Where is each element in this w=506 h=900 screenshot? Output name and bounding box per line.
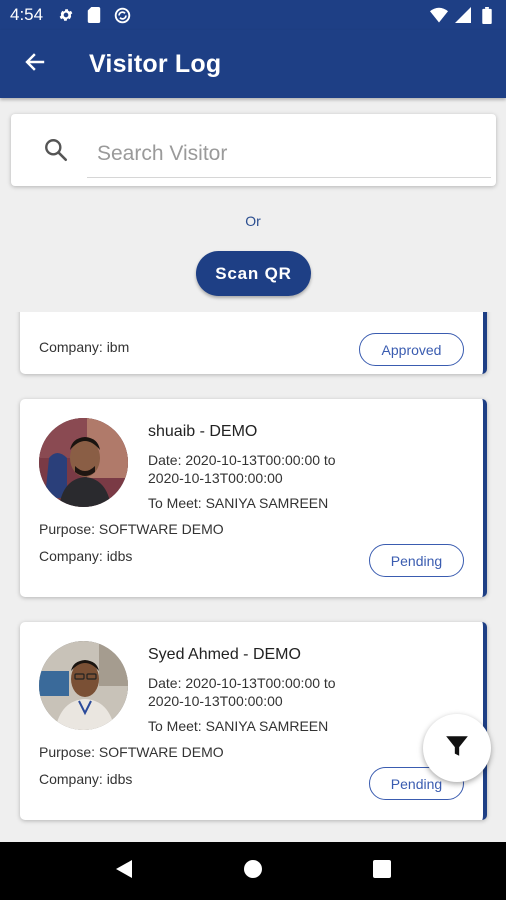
visit-purpose: Purpose: SOFTWARE DEMO	[39, 744, 224, 760]
app-bar: Visitor Log	[0, 30, 506, 98]
signal-icon	[454, 6, 472, 24]
back-button[interactable]	[0, 30, 70, 98]
filter-button[interactable]	[423, 714, 491, 782]
sync-icon	[113, 6, 131, 24]
visitor-name: Syed Ahmed - DEMO	[148, 646, 301, 663]
back-triangle-icon	[114, 859, 134, 884]
visitor-company: Company: ibm	[39, 339, 130, 355]
search-card	[11, 114, 496, 186]
navigation-bar	[0, 842, 506, 900]
to-meet: To Meet: SANIYA SAMREEN	[148, 718, 329, 734]
arrow-left-icon	[23, 50, 47, 79]
sim-card-icon	[85, 6, 103, 24]
scan-qr-button[interactable]: Scan QR	[196, 251, 311, 296]
or-label: Or	[245, 213, 261, 229]
search-input[interactable]	[87, 130, 491, 178]
visitor-name: shuaib - DEMO	[148, 423, 258, 440]
status-badge[interactable]: Pending	[369, 544, 464, 577]
nav-home-button[interactable]	[233, 851, 273, 891]
visitor-card[interactable]: Syed Ahmed - DEMO Date: 2020-10-13T00:00…	[20, 622, 487, 820]
visitor-card[interactable]: Company: ibm Approved	[20, 312, 487, 374]
avatar	[39, 641, 128, 730]
visit-purpose: Purpose: SOFTWARE DEMO	[39, 521, 224, 537]
visitor-company: Company: idbs	[39, 771, 133, 787]
page-title: Visitor Log	[89, 49, 222, 78]
visitor-card[interactable]: shuaib - DEMO Date: 2020-10-13T00:00:00 …	[20, 399, 487, 597]
filter-icon	[444, 733, 470, 764]
nav-back-button[interactable]	[104, 851, 144, 891]
status-time: 4:54	[10, 5, 44, 24]
gear-icon	[57, 6, 75, 24]
home-circle-icon	[243, 859, 263, 884]
status-bar: 4:54	[0, 0, 506, 30]
wifi-icon	[430, 6, 448, 24]
status-badge[interactable]: Approved	[359, 333, 464, 366]
search-icon	[43, 137, 69, 163]
status-right-group	[430, 6, 496, 24]
recents-square-icon	[372, 859, 391, 883]
visitor-company: Company: idbs	[39, 548, 133, 564]
status-left-group: 4:54	[10, 5, 131, 25]
to-meet: To Meet: SANIYA SAMREEN	[148, 495, 329, 511]
avatar	[39, 418, 128, 507]
nav-recents-button[interactable]	[362, 851, 402, 891]
visit-date: Date: 2020-10-13T00:00:00 to 2020-10-13T…	[148, 675, 336, 709]
visit-date: Date: 2020-10-13T00:00:00 to 2020-10-13T…	[148, 452, 336, 486]
battery-icon	[478, 6, 496, 24]
